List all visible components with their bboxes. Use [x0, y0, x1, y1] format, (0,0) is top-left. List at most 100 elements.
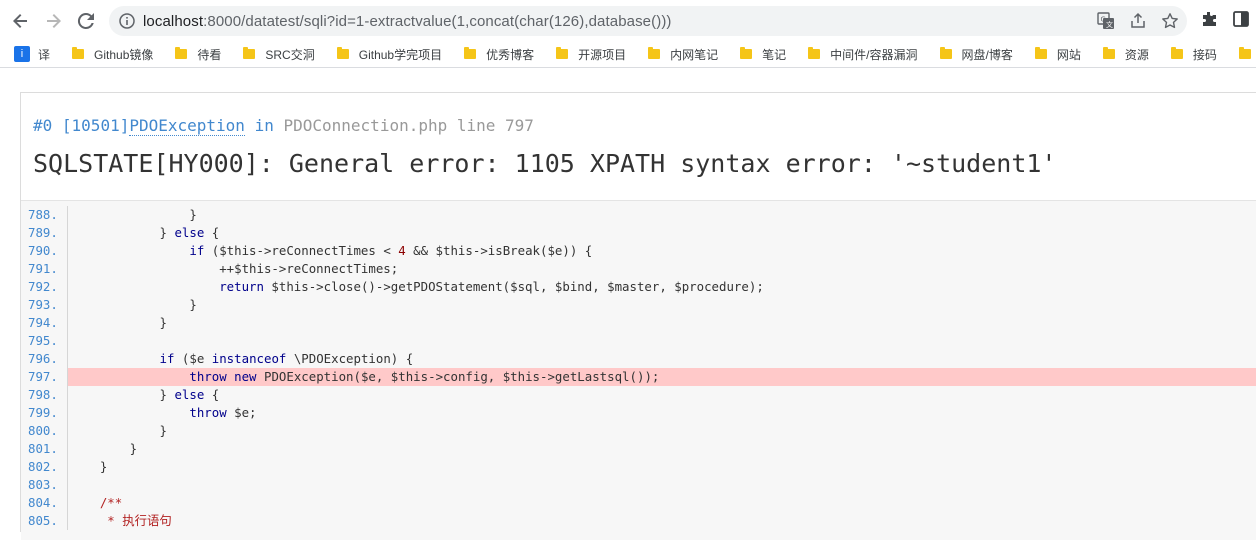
- exception-class-link[interactable]: PDOException: [129, 116, 245, 136]
- bookmark-label: SRC交洞: [265, 47, 315, 62]
- line-number: 801.: [21, 440, 68, 458]
- line-number: 789.: [21, 224, 68, 242]
- folder-icon: [1102, 47, 1115, 59]
- line-number: 796.: [21, 350, 68, 368]
- url-host: localhost: [143, 12, 204, 30]
- extensions-puzzle-icon[interactable]: [1200, 10, 1218, 33]
- code-line-highlighted: 797. throw new PDOException($e, $this->c…: [21, 368, 1256, 386]
- bookmark-label: 优秀博客: [486, 47, 535, 62]
- code-line: 800. }: [21, 422, 1256, 440]
- folder-icon: [808, 47, 821, 59]
- code-text: }: [70, 423, 167, 438]
- bookmark-label: 开源项目: [578, 47, 627, 62]
- exception-file: PDOConnection.php line 797: [283, 116, 534, 135]
- bookmark-label: 中间件/容器漏洞: [830, 47, 918, 62]
- code-line: 805. * 执行语句: [21, 512, 1256, 530]
- line-number: 794.: [21, 314, 68, 332]
- share-icon[interactable]: [1127, 10, 1149, 32]
- bookmark-folder[interactable]: 开源项目: [556, 46, 626, 63]
- code-line: 795.: [21, 332, 1256, 350]
- bookmark-folder[interactable]: SRC交洞: [243, 46, 315, 63]
- bookmark-folder[interactable]: 接码: [1170, 46, 1217, 63]
- exception-in-label: in: [254, 116, 274, 135]
- side-panel-icon[interactable]: [1232, 10, 1250, 33]
- address-bar[interactable]: localhost:8000/datatest/sqli?id=1-extrac…: [109, 6, 1187, 36]
- folder-icon: [740, 47, 753, 59]
- arrow-left-icon: [13, 14, 27, 28]
- exception-message: SQLSTATE[HY000]: General error: 1105 XPA…: [33, 149, 1057, 178]
- code-line: 791. ++$this->reConnectTimes;: [21, 260, 1256, 278]
- bookmark-star-icon[interactable]: [1159, 10, 1181, 32]
- bookmark-label: 接码: [1192, 47, 1217, 62]
- code-text: }: [70, 441, 138, 456]
- line-number: 788.: [21, 206, 68, 224]
- bookmark-folder[interactable]: 中间件/容器漏洞: [808, 46, 918, 63]
- exception-header: #0 [10501]PDOException in PDOConnection.…: [21, 93, 1256, 200]
- exception-panel: #0 [10501]PDOException in PDOConnection.…: [20, 92, 1256, 540]
- line-number: 803.: [21, 476, 68, 494]
- bookmark-label: 译: [38, 47, 51, 62]
- code-text: }: [70, 207, 197, 222]
- code-line: 801. }: [21, 440, 1256, 458]
- exception-code: [10501]: [61, 116, 130, 135]
- bookmark-label: Github镜像: [94, 47, 154, 62]
- back-button[interactable]: [8, 8, 34, 34]
- bookmark-label: 笔记: [762, 47, 787, 62]
- bookmark-translate[interactable]: i译: [14, 46, 50, 63]
- folder-icon: [939, 47, 952, 59]
- bookmark-label: 网站: [1056, 47, 1081, 62]
- bookmark-label: 网盘/博客: [961, 47, 1013, 62]
- line-number: 799.: [21, 404, 68, 422]
- bookmark-folder[interactable]: 内网笔记: [648, 46, 718, 63]
- bookmark-label: 内网笔记: [670, 47, 719, 62]
- line-number: 800.: [21, 422, 68, 440]
- exception-meta: #0 [10501]PDOException in PDOConnection.…: [33, 115, 1248, 137]
- source-code-viewer: 788. } 789. } else {790. if ($this->reCon…: [21, 200, 1256, 540]
- code-line: 802. }: [21, 458, 1256, 476]
- translate-icon: i: [14, 46, 30, 62]
- bookmark-folder[interactable]: 资源: [1102, 46, 1149, 63]
- folder-icon: [175, 47, 188, 59]
- forward-button[interactable]: [40, 8, 66, 34]
- reload-button[interactable]: [73, 8, 99, 34]
- bookmark-folder[interactable]: Python: [1238, 47, 1256, 61]
- translate-icon[interactable]: G文: [1095, 10, 1117, 32]
- site-info-icon[interactable]: [118, 12, 136, 30]
- code-text: }: [70, 315, 167, 330]
- svg-text:文: 文: [1106, 20, 1113, 29]
- bookmark-folder[interactable]: 网盘/博客: [939, 46, 1013, 63]
- url-path: :8000/datatest/sqli?id=1-extractvalue(1,…: [203, 12, 672, 30]
- page-content: #0 [10501]PDOException in PDOConnection.…: [0, 68, 1256, 540]
- bookmark-folder[interactable]: Github学完项目: [336, 46, 443, 63]
- code-line: 794. }: [21, 314, 1256, 332]
- bookmark-folder[interactable]: 网站: [1034, 46, 1081, 63]
- code-line: 796. if ($e instanceof \PDOException) {: [21, 350, 1256, 368]
- folder-icon: [556, 47, 569, 59]
- code-text: throw new PDOException($e, $this->config…: [68, 368, 1256, 386]
- bookmark-folder[interactable]: 笔记: [740, 46, 786, 63]
- line-number: 792.: [21, 278, 68, 296]
- reload-icon: [77, 12, 94, 29]
- line-number: 798.: [21, 386, 68, 404]
- bookmark-label: Github学完项目: [358, 47, 443, 62]
- bookmark-label: 待看: [197, 47, 222, 62]
- code-line: 789. } else {: [21, 224, 1256, 242]
- folder-icon: [336, 47, 349, 59]
- code-text: throw $e;: [189, 405, 257, 420]
- browser-toolbar: localhost:8000/datatest/sqli?id=1-extrac…: [0, 0, 1256, 42]
- code-text: return $this->close()->getPDOStatement($…: [219, 279, 764, 294]
- bookmark-label: 资源: [1124, 47, 1149, 62]
- line-number: 805.: [21, 512, 68, 530]
- arrow-right-icon: [47, 14, 61, 28]
- line-number: 790.: [21, 242, 68, 260]
- folder-icon: [72, 47, 85, 59]
- bookmark-folder[interactable]: 优秀博客: [464, 46, 534, 63]
- bookmark-folder[interactable]: 待看: [175, 46, 221, 63]
- folder-icon: [1170, 47, 1183, 59]
- code-text: /**: [70, 495, 123, 510]
- code-text: * 执行语句: [70, 513, 172, 528]
- line-number: 795.: [21, 332, 68, 350]
- url-text[interactable]: localhost:8000/datatest/sqli?id=1-extrac…: [143, 13, 672, 30]
- bookmark-folder[interactable]: Github镜像: [72, 46, 153, 63]
